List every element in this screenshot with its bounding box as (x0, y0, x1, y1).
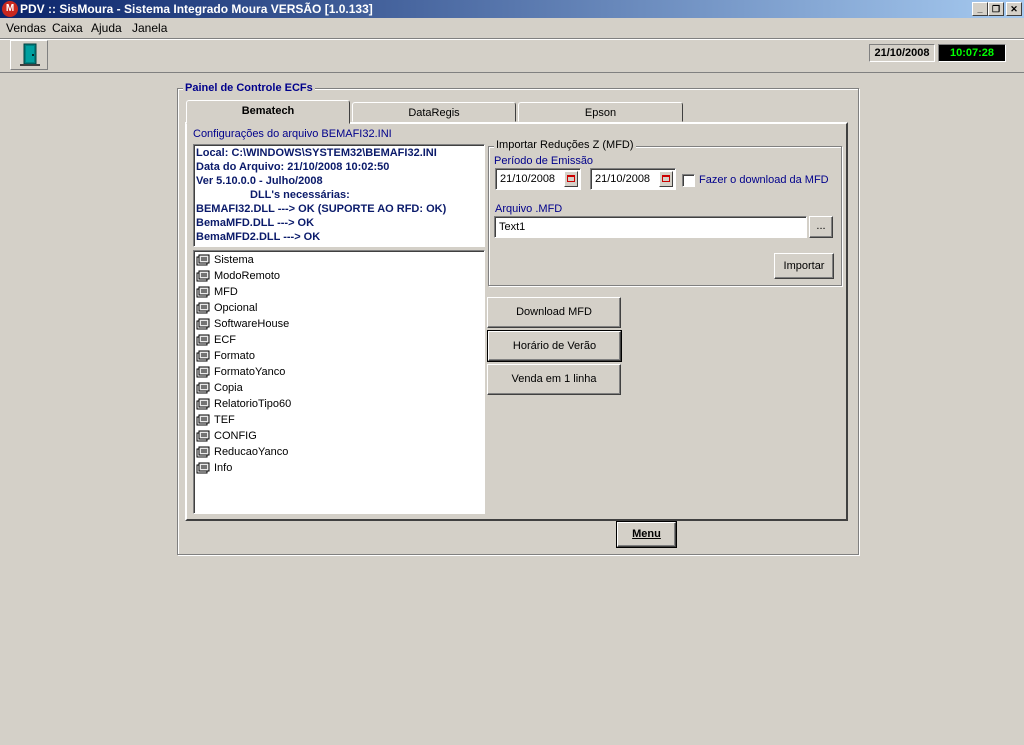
menu-caixa[interactable]: Caixa (52, 21, 83, 35)
folder-icon (196, 366, 210, 378)
status-date: 21/10/2008 (869, 44, 935, 62)
tree-item-label: ECF (214, 334, 236, 346)
minimize-button[interactable]: _ (972, 2, 988, 16)
date-to-picker[interactable]: 21/10/2008 (590, 168, 676, 190)
tree-item[interactable]: ModoRemoto (196, 269, 280, 285)
file-mfd-label: Arquivo .MFD (495, 203, 563, 215)
app-icon: M (2, 1, 18, 17)
venda-1-linha-button[interactable]: Venda em 1 linha (487, 364, 621, 395)
menu-button[interactable]: Menu (616, 521, 677, 548)
tree-item[interactable]: RelatorioTipo60 (196, 397, 291, 413)
tree-item[interactable]: MFD (196, 285, 238, 301)
tree-item-label: Sistema (214, 254, 254, 266)
info-dll-bemamfd2: BemaMFD2.DLL ---> OK (196, 231, 321, 243)
window-title: PDV :: SisMoura - Sistema Integrado Mour… (20, 2, 373, 16)
tab-epson[interactable]: Epson (518, 102, 683, 122)
folder-icon (196, 414, 210, 426)
folder-icon (196, 270, 210, 282)
tree-item[interactable]: Formato (196, 349, 255, 365)
browse-button[interactable]: ... (809, 216, 833, 238)
info-local: Local: C:\WINDOWS\SYSTEM32\BEMAFI32.INI (196, 147, 437, 159)
title-bar: M PDV :: SisMoura - Sistema Integrado Mo… (0, 0, 1024, 18)
folder-icon (196, 286, 210, 298)
close-button[interactable]: ✕ (1006, 2, 1022, 16)
import-button[interactable]: Importar (774, 253, 834, 279)
calendar-icon[interactable] (564, 171, 578, 187)
folder-icon (196, 462, 210, 474)
config-file-label: Configurações do arquivo BEMAFI32.INI (193, 128, 392, 140)
control-panel-title: Painel de Controle ECFs (183, 82, 315, 94)
tree-item[interactable]: FormatoYanco (196, 365, 285, 381)
menu-bar: Vendas Caixa Ajuda Janela (0, 19, 1024, 37)
menu-vendas[interactable]: Vendas (6, 21, 46, 35)
tree-item-label: ReducaoYanco (214, 446, 289, 458)
tree-item-label: ModoRemoto (214, 270, 281, 282)
tree-item[interactable]: Copia (196, 381, 243, 397)
ini-sections-list[interactable]: Sistema ModoRemoto MFD Opcional SoftwareHous… (193, 250, 485, 514)
tree-item-label: Formato (214, 350, 255, 362)
download-mfd-checkbox-label[interactable]: Fazer o download da MFD (699, 174, 829, 186)
file-mfd-input[interactable]: Text1 (494, 216, 807, 238)
horario-verao-button[interactable]: Horário de Verão (487, 330, 622, 362)
folder-icon (196, 398, 210, 410)
restore-button[interactable]: ❐ (988, 2, 1004, 16)
folder-icon (196, 254, 210, 266)
tree-item-label: Info (214, 462, 233, 474)
info-dll-heading: DLL's necessárias: (250, 189, 350, 201)
menu-ajuda[interactable]: Ajuda (91, 21, 122, 35)
calendar-icon[interactable] (659, 171, 673, 187)
folder-icon (196, 302, 210, 314)
tree-item-label: SoftwareHouse (214, 318, 290, 330)
menu-janela[interactable]: Janela (132, 21, 167, 35)
folder-icon (196, 446, 210, 458)
date-from-value: 21/10/2008 (500, 173, 556, 185)
tree-item-label: MFD (214, 286, 238, 298)
folder-icon (196, 350, 210, 362)
tree-item[interactable]: TEF (196, 413, 235, 429)
ini-info-box: Local: C:\WINDOWS\SYSTEM32\BEMAFI32.INI … (193, 144, 485, 247)
info-dll-bemamfd: BemaMFD.DLL ---> OK (196, 217, 315, 229)
date-from-picker[interactable]: 21/10/2008 (495, 168, 581, 190)
info-version: Ver 5.10.0.0 - Julho/2008 (196, 175, 323, 187)
tree-item-label: Copia (214, 382, 243, 394)
toolbar-separator (0, 38, 1024, 40)
folder-icon (196, 382, 210, 394)
tree-item-label: RelatorioTipo60 (214, 398, 292, 410)
download-mfd-button[interactable]: Download MFD (487, 297, 621, 328)
import-group-title: Importar Reduções Z (MFD) (494, 139, 636, 151)
info-dll-bemafi32: BEMAFI32.DLL ---> OK (SUPORTE AO RFD: OK… (196, 203, 447, 215)
file-mfd-value: Text1 (499, 221, 526, 233)
tree-item-label: TEF (214, 414, 235, 426)
folder-icon (196, 318, 210, 330)
tree-item[interactable]: ReducaoYanco (196, 445, 288, 461)
tab-bematech[interactable]: Bematech (186, 100, 350, 124)
tree-item-label: Opcional (214, 302, 258, 314)
date-to-value: 21/10/2008 (595, 173, 651, 185)
download-mfd-checkbox[interactable] (682, 174, 695, 187)
period-label: Período de Emissão (494, 155, 594, 167)
door-exit-icon (20, 43, 40, 66)
tree-item[interactable]: ECF (196, 333, 236, 349)
folder-icon (196, 430, 210, 442)
tree-item[interactable]: Opcional (196, 301, 257, 317)
tree-item[interactable]: Sistema (196, 253, 254, 269)
status-time: 10:07:28 (938, 44, 1006, 62)
tab-dataregis[interactable]: DataRegis (352, 102, 516, 122)
tree-item[interactable]: CONFIG (196, 429, 257, 445)
tree-item-label: FormatoYanco (214, 366, 286, 378)
tree-item[interactable]: SoftwareHouse (196, 317, 289, 333)
tree-item[interactable]: Info (196, 461, 232, 477)
folder-icon (196, 334, 210, 346)
info-file-date: Data do Arquivo: 21/10/2008 10:02:50 (196, 161, 390, 173)
exit-door-button[interactable] (10, 40, 48, 70)
tree-item-label: CONFIG (214, 430, 257, 442)
